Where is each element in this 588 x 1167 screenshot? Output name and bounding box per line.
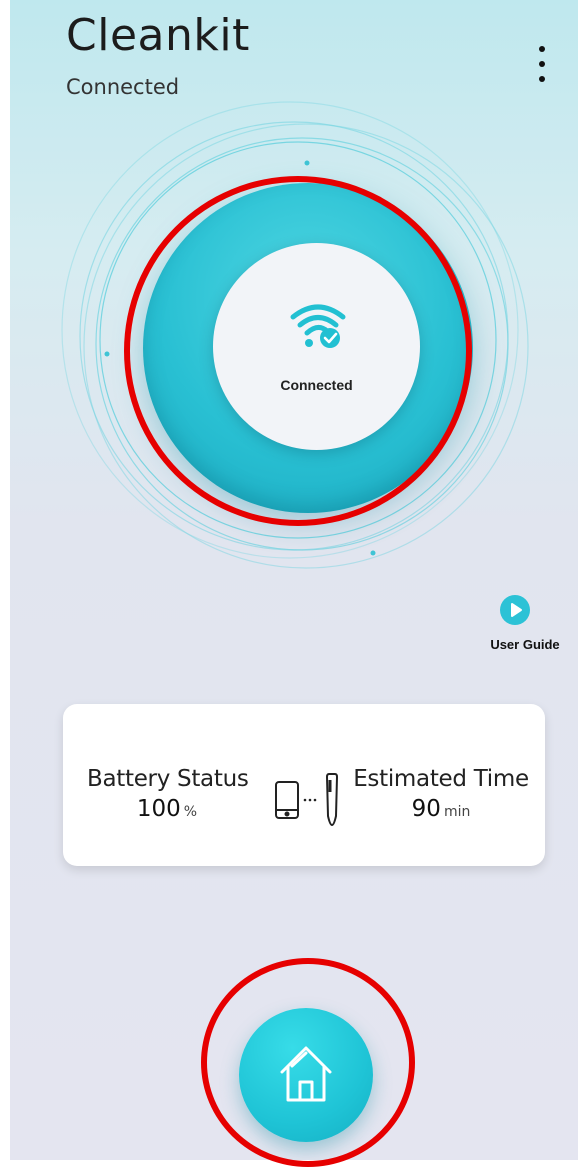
ripple-dot — [104, 351, 110, 357]
connection-status-label: Connected — [280, 377, 353, 393]
estimated-time-label: Estimated Time — [353, 766, 529, 792]
battery-unit: % — [183, 804, 198, 820]
ripple-dot — [304, 160, 310, 166]
wifi-check-icon — [290, 304, 346, 348]
estimated-time-value: 90 min — [351, 796, 531, 822]
phone-to-device-icon — [275, 773, 339, 827]
battery-status: Battery Status 100% — [87, 766, 249, 822]
play-icon — [500, 595, 530, 625]
estimated-time: Estimated Time 90 min — [351, 766, 531, 822]
battery-status-label: Battery Status — [87, 766, 249, 792]
home-icon — [280, 1046, 332, 1102]
connection-status-disc: Connected — [213, 243, 420, 450]
battery-value-number: 100 — [136, 796, 181, 822]
estimated-time-number: 90 — [411, 796, 441, 822]
home-button[interactable] — [239, 1008, 373, 1142]
battery-value: 100% — [87, 796, 247, 822]
connection-button[interactable]: Connected — [143, 183, 473, 513]
device-status-card: Battery Status 100% Estimated Time 90 mi… — [63, 704, 545, 866]
app-screen: Cleankit Connected Connected User Guide … — [10, 0, 578, 1160]
estimated-time-unit: min — [443, 804, 471, 820]
ripple-dot — [370, 550, 376, 556]
user-guide-label: User Guide — [490, 637, 560, 652]
user-guide-button[interactable]: User Guide — [470, 595, 578, 661]
